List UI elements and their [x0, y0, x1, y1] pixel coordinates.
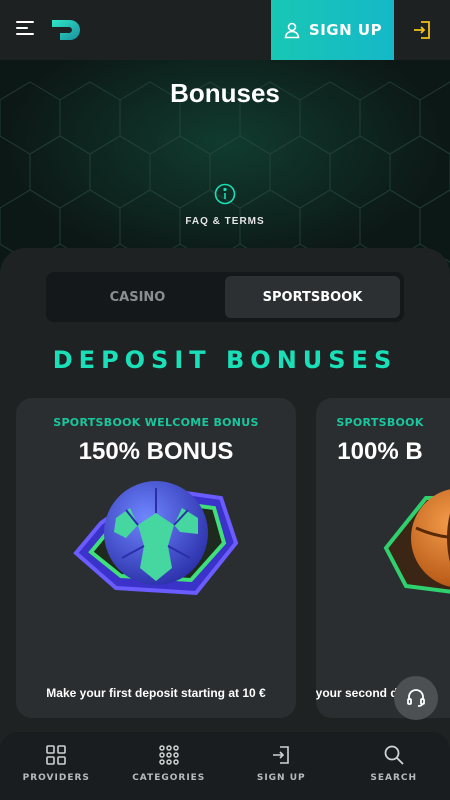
menu-line-icon [16, 33, 34, 35]
info-icon [214, 183, 236, 205]
signup-enter-icon [273, 746, 290, 764]
nav-providers-label: PROVIDERS [22, 773, 90, 783]
providers-grid-icon [46, 745, 67, 765]
user-icon [284, 22, 300, 39]
brand-logo[interactable] [50, 16, 84, 44]
bonus-card[interactable]: SPORTSBOOK WELCOME BONUS 150% BONUS Make… [16, 398, 296, 718]
page-title: Bonuses [170, 78, 280, 108]
faq-terms-link[interactable]: FAQ & TERMS [175, 183, 275, 227]
tab-casino[interactable]: CASINO [50, 276, 225, 318]
hero-banner: Bonuses FAQ & TERMS [0, 60, 450, 270]
nav-signup[interactable]: SIGN UP [225, 732, 338, 800]
bonus-card-eyebrow: SPORTSBOOK [336, 416, 424, 429]
headset-icon [407, 689, 425, 707]
signup-label: SIGN UP [308, 21, 383, 39]
menu-line-icon [16, 21, 34, 23]
nav-search[interactable]: SEARCH [338, 732, 450, 800]
menu-button[interactable] [16, 21, 36, 39]
bonus-card[interactable]: SPORTSBOOK 100% B Make your second d [316, 398, 450, 718]
tab-sportsbook[interactable]: SPORTSBOOK [225, 276, 400, 318]
soccer-ball-icon [73, 481, 239, 596]
bonus-card-description: Make your first deposit starting at 10 € [46, 686, 266, 700]
nav-search-label: SEARCH [370, 773, 418, 783]
faq-terms-label: FAQ & TERMS [185, 216, 265, 227]
bonus-card-headline: 150% BONUS [78, 438, 234, 465]
support-chat-button[interactable] [394, 676, 438, 720]
nav-categories[interactable]: CATEGORIES [113, 732, 226, 800]
bonuses-panel: CASINO SPORTSBOOK DEPOSIT BONUSES SPORTS… [0, 248, 450, 800]
bottom-nav: PROVIDERS CATEGORIES SIGN UP SEARCH [0, 732, 450, 800]
categories-dots-icon [159, 745, 179, 765]
section-title: DEPOSIT BONUSES [52, 346, 398, 374]
search-icon [384, 745, 404, 765]
nav-providers[interactable]: PROVIDERS [0, 732, 113, 800]
bonus-card-headline: 100% B [337, 438, 423, 465]
nav-categories-label: CATEGORIES [132, 773, 206, 783]
basketball-icon [383, 489, 450, 594]
menu-line-icon [16, 27, 28, 29]
login-icon [414, 21, 430, 39]
top-bar: SIGN UP [0, 0, 450, 60]
bonus-type-tabs: CASINO SPORTSBOOK [46, 272, 404, 322]
nav-signup-label: SIGN UP [256, 773, 306, 783]
bonus-card-eyebrow: SPORTSBOOK WELCOME BONUS [53, 416, 259, 429]
signup-button[interactable]: SIGN UP [271, 0, 394, 60]
login-button[interactable] [394, 0, 450, 60]
